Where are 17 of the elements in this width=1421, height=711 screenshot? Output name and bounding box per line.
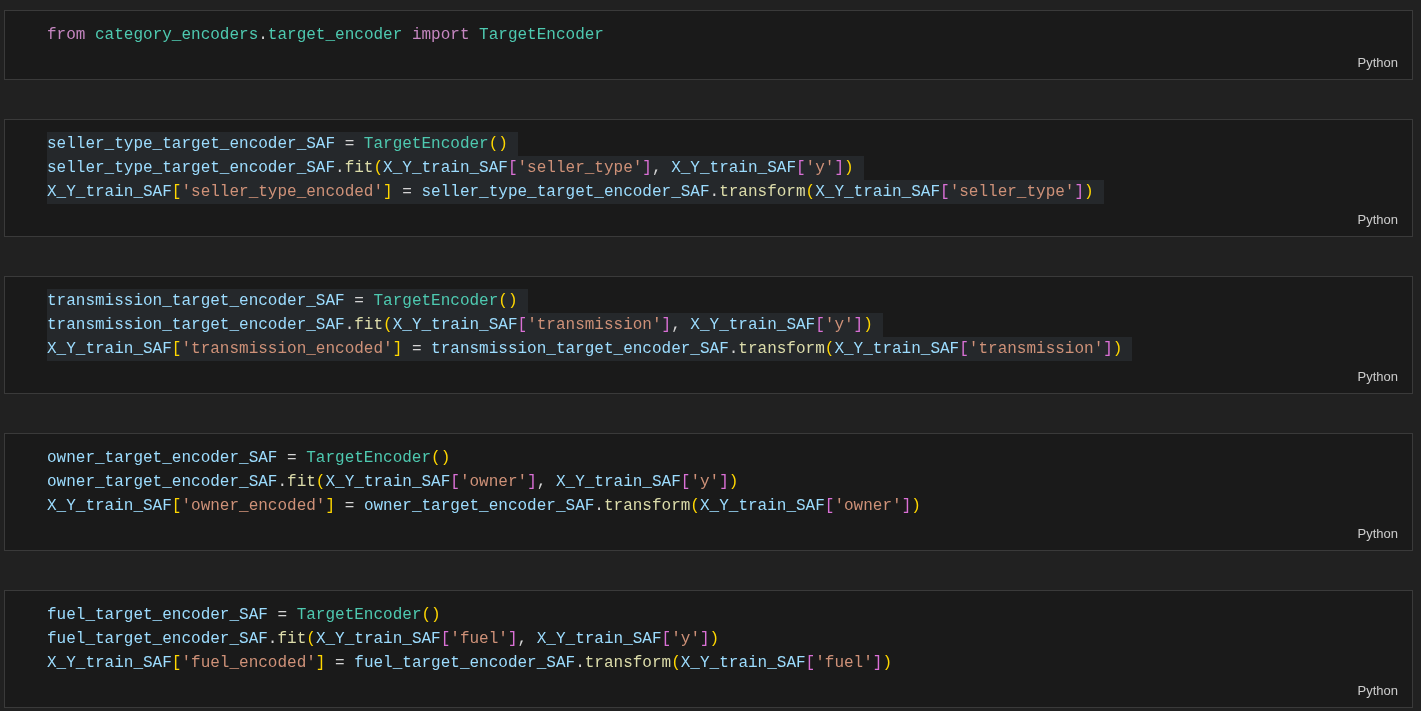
code-line: X_Y_train_SAF['owner_encoded'] = owner_target_encoder_SAF.transform(X_Y_train_SAF['owner']) (47, 496, 922, 517)
code-cell[interactable] (4, 276, 1413, 394)
language-button[interactable]: Python (1357, 367, 1398, 387)
language-button[interactable]: Python (1357, 681, 1398, 701)
language-button[interactable]: Python (1357, 210, 1398, 230)
code-line: fuel_target_encoder_SAF = TargetEncoder() (47, 605, 442, 626)
code-line: owner_target_encoder_SAF = TargetEncoder() (47, 448, 452, 469)
code-line: owner_target_encoder_SAF.fit(X_Y_train_SAF['owner'], X_Y_train_SAF['y']) (47, 472, 740, 493)
language-button[interactable]: Python (1357, 524, 1398, 544)
code-cell[interactable] (4, 433, 1413, 551)
code-cell[interactable]: from category_encoders.target_encoder import TargetEncoder Python (4, 10, 1413, 80)
code-line: fuel_target_encoder_SAF.fit(X_Y_train_SAF['fuel'], X_Y_train_SAF['y']) (47, 629, 721, 650)
code-cell[interactable] (4, 590, 1413, 708)
code-cell[interactable] (4, 119, 1413, 237)
code-line: X_Y_train_SAF['fuel_encoded'] = fuel_target_encoder_SAF.transform(X_Y_train_SAF['fuel']) (47, 653, 894, 674)
code-line: from category_encoders.target_encoder import TargetEncoder (47, 25, 605, 46)
language-button[interactable]: Python (1357, 53, 1398, 73)
